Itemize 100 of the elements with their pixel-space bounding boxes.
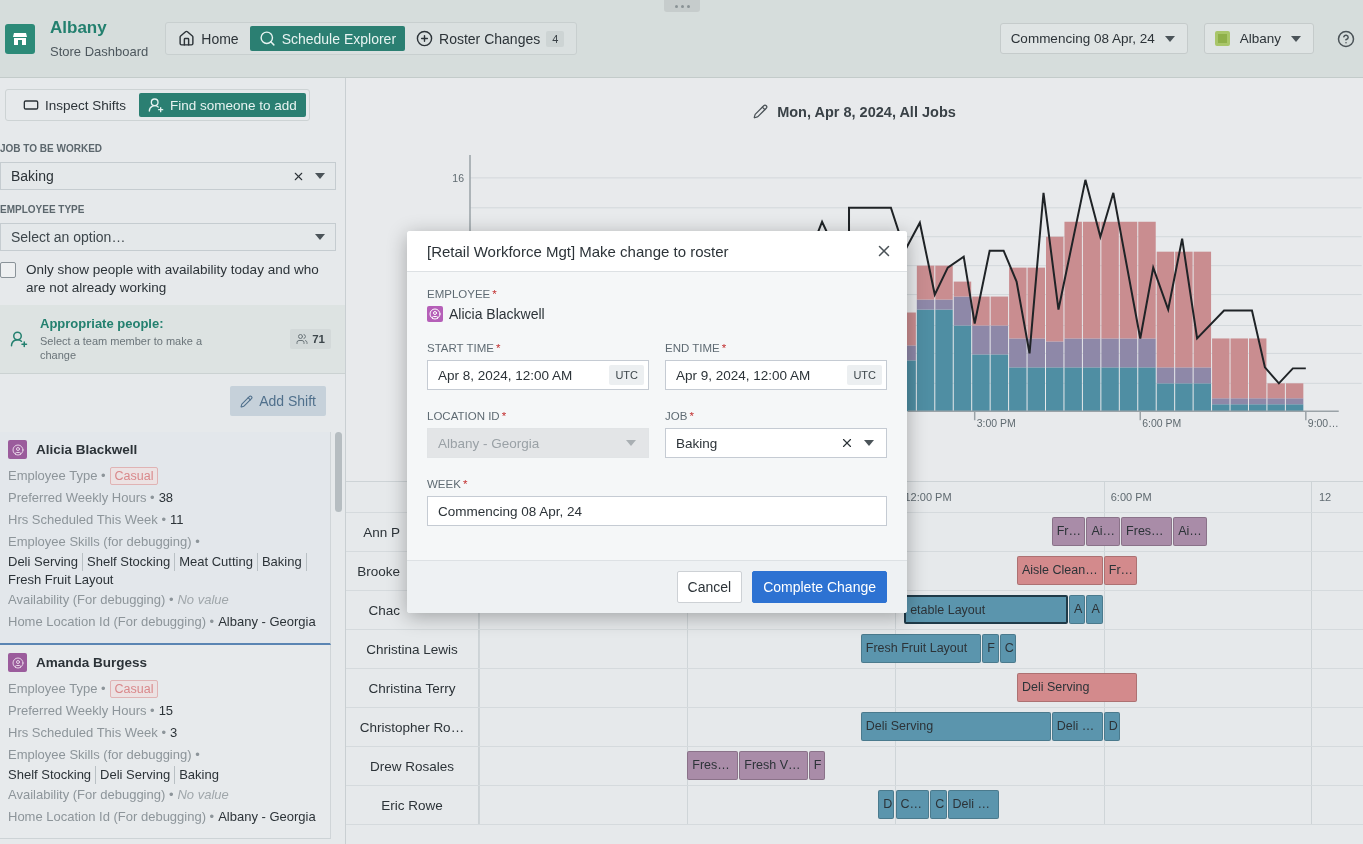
week-dropdown[interactable]: Commencing 08 Apr, 24 xyxy=(999,23,1188,54)
text-field[interactable]: Commencing 08 Apr, 24 xyxy=(427,496,887,526)
employee-name: Ann P xyxy=(363,524,400,540)
shift-block[interactable]: D xyxy=(878,790,895,819)
shift-block[interactable]: C… xyxy=(895,790,930,819)
shift-block[interactable]: A xyxy=(1069,595,1086,624)
field-label: Employee Type • xyxy=(8,467,106,485)
employee-name: Christina Terry xyxy=(368,680,456,696)
section-label: JOB TO BE WORKED xyxy=(0,143,104,154)
caret-down-icon xyxy=(1291,35,1301,42)
store-title: Albany xyxy=(50,18,108,38)
employee-card[interactable] xyxy=(0,645,331,839)
skill-label: Deli Serving xyxy=(100,766,176,784)
job-select[interactable]: Baking xyxy=(0,162,336,190)
shift-block[interactable]: C xyxy=(930,790,947,819)
clear-icon[interactable] xyxy=(840,436,854,450)
datetime-field[interactable]: Apr 8, 2024, 12:00 AM UTC xyxy=(427,360,649,390)
shift-block[interactable]: F xyxy=(982,634,999,663)
shift-block[interactable]: Fres… xyxy=(1121,517,1173,546)
pencil-icon xyxy=(240,394,254,408)
field-label: Preferred Weekly Hours • xyxy=(8,489,155,507)
field-label: Employee Type • xyxy=(8,680,106,698)
axis-label: 9:00… xyxy=(1307,418,1339,430)
select-field[interactable]: Baking xyxy=(665,428,887,458)
field-value: 15 xyxy=(158,702,174,720)
nav-tab[interactable]: Roster Changes 4 xyxy=(407,26,574,51)
shift-block[interactable]: Deli Serving xyxy=(860,712,1051,741)
add-person-icon xyxy=(148,97,165,113)
drag-handle[interactable] xyxy=(664,0,700,12)
add-person-icon xyxy=(10,330,28,348)
field-value: 3 xyxy=(170,724,178,742)
section-label: EMPLOYEE TYPE xyxy=(0,204,86,215)
shift-block[interactable]: Ai… xyxy=(1086,517,1121,546)
dialog-title: [Retail Workforce Mgt] Make change to roster xyxy=(427,242,729,260)
store-subtitle: Store Dashboard xyxy=(50,44,149,59)
checkbox[interactable] xyxy=(0,262,16,278)
avatar-icon xyxy=(8,440,27,459)
count-badge: 4 xyxy=(546,30,565,47)
mode-tab[interactable]: Find someone to add xyxy=(139,93,306,117)
secondary-button[interactable]: Cancel xyxy=(676,571,743,603)
employee-card[interactable] xyxy=(0,432,331,645)
rectangle-icon xyxy=(23,97,39,113)
nav-tab[interactable]: Schedule Explorer xyxy=(249,26,406,51)
field-label: START TIME xyxy=(427,342,494,354)
shift-block[interactable]: Ai… xyxy=(1173,517,1207,546)
field-value: No value xyxy=(177,591,229,609)
avatar-icon xyxy=(8,653,27,672)
field-label: EMPLOYEE xyxy=(427,288,491,300)
shift-block[interactable]: Aisle Clean… xyxy=(1016,556,1103,585)
caret-down-icon xyxy=(1164,35,1175,42)
home-icon xyxy=(178,30,196,47)
field-label: WEEK xyxy=(427,478,461,490)
timezone-tag: UTC xyxy=(847,365,882,385)
axis-label: 16 xyxy=(452,172,464,184)
help-icon[interactable] xyxy=(1337,29,1355,48)
pencil-icon[interactable] xyxy=(753,104,769,120)
scrollbar[interactable] xyxy=(334,432,342,512)
count-text: 71 xyxy=(312,333,325,345)
field-value: 11 xyxy=(170,511,184,529)
required-mark: * xyxy=(495,342,501,354)
store-color-icon xyxy=(1214,31,1230,46)
employee-type-select[interactable]: Select an option… xyxy=(0,223,336,251)
field-value: 38 xyxy=(158,489,174,507)
mode-tab[interactable]: Inspect Shifts xyxy=(14,93,136,117)
shift-block[interactable]: Deli Serving xyxy=(1016,673,1138,702)
field-value: No value xyxy=(177,786,229,804)
employee-name: Alicia Blackwell xyxy=(36,442,138,457)
nav-tab[interactable]: Home xyxy=(169,26,248,51)
checkbox-label: Only show people with availability today and who are not already working xyxy=(26,261,320,297)
required-mark: * xyxy=(501,410,507,422)
caret-down-icon xyxy=(626,440,636,446)
results-title: Appropriate people: xyxy=(40,316,165,331)
avatar-icon xyxy=(427,306,443,322)
shift-block[interactable]: F xyxy=(808,751,826,780)
datetime-field[interactable]: Apr 9, 2024, 12:00 AM UTC xyxy=(665,360,887,390)
shift-block[interactable]: Fr… xyxy=(1051,517,1086,546)
shift-block[interactable]: etable Layout xyxy=(904,595,1069,624)
primary-button[interactable]: Complete Change xyxy=(752,571,887,603)
add-shift-button[interactable]: Add Shift xyxy=(230,386,326,416)
shift-block[interactable]: Deli … xyxy=(947,790,999,819)
employee-name: Brooke xyxy=(357,563,400,579)
employee-name: Christina Lewis xyxy=(366,641,458,657)
shift-block[interactable]: D xyxy=(1103,712,1121,741)
employee-name: Amanda Burgess xyxy=(36,655,148,670)
shift-block[interactable]: Fres… xyxy=(687,751,739,780)
chart-title: Mon, Apr 8, 2024, All Jobs xyxy=(777,103,956,120)
shift-block[interactable]: C xyxy=(999,634,1016,663)
shift-block[interactable]: Fresh V… xyxy=(739,751,808,780)
field-label: Availability (For debugging) • xyxy=(8,591,174,609)
employee-type-tag: Casual xyxy=(109,467,159,485)
store-icon xyxy=(5,23,35,54)
shift-block[interactable]: Fresh Fruit Layout xyxy=(860,634,982,663)
field-label: Home Location Id (For debugging) • xyxy=(8,613,215,631)
shift-block[interactable]: A xyxy=(1086,595,1103,624)
store-dropdown[interactable]: Albany xyxy=(1203,23,1314,54)
shift-block[interactable]: Deli … xyxy=(1051,712,1103,741)
shift-block[interactable]: Fr… xyxy=(1103,556,1138,585)
search-icon xyxy=(258,30,276,47)
required-mark: * xyxy=(689,410,694,422)
skill-label: Baking xyxy=(179,766,220,784)
